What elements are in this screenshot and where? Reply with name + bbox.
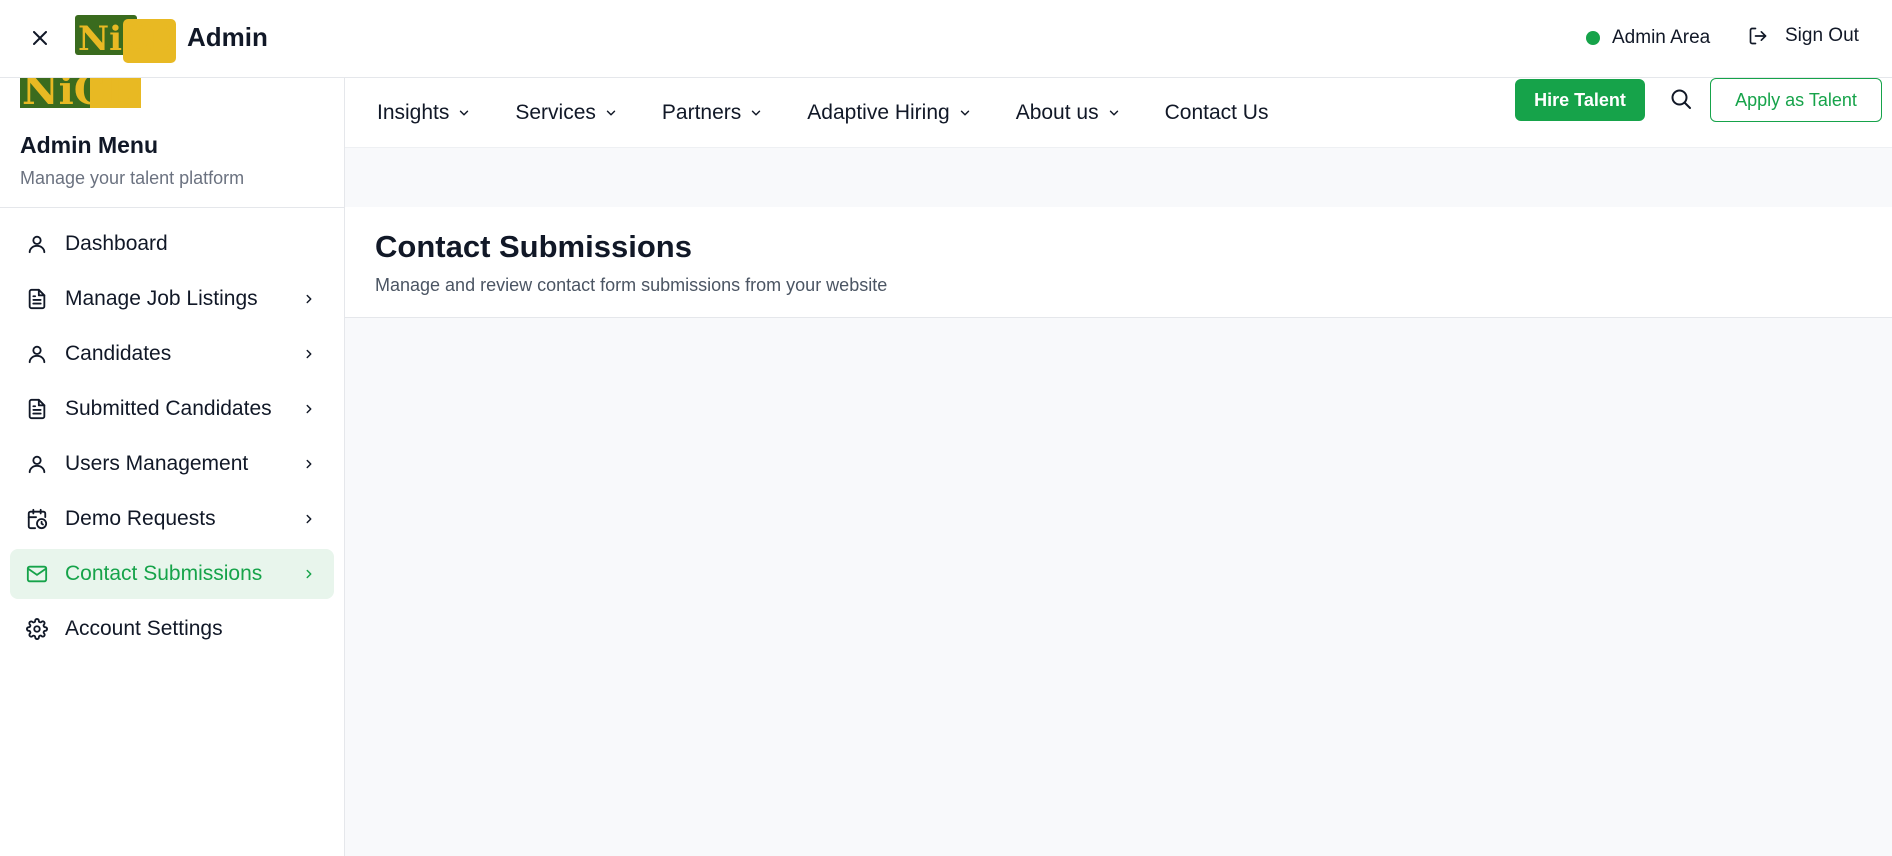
user-icon xyxy=(25,342,49,366)
chevron-down-icon xyxy=(606,110,616,116)
chevron-down-icon xyxy=(960,110,969,116)
sidebar-item-candidates[interactable]: Candidates xyxy=(10,329,334,379)
page-header: Contact Submissions Manage and review co… xyxy=(345,207,1892,318)
sidebar-subtitle: Manage your talent platform xyxy=(20,168,245,188)
chevron-right-icon xyxy=(300,400,318,418)
chevron-right-icon xyxy=(300,345,318,363)
logo-text-left: NiCDiK xyxy=(22,78,141,108)
apply-as-talent-button[interactable]: Apply as Talent xyxy=(1710,78,1882,122)
logo-text-left: NiCDiK xyxy=(78,19,176,59)
main-content: Contact Submissions Manage and review co… xyxy=(345,148,1892,856)
sidebar-item-label: Candidates xyxy=(65,342,172,365)
user-icon xyxy=(25,232,49,256)
nav-item-label: Services xyxy=(515,101,596,124)
status-dot xyxy=(1586,31,1600,45)
gear-icon xyxy=(25,617,49,641)
sign-out-label: Sign Out xyxy=(1785,25,1859,46)
site-navbar: Insights Services Partners Adaptive Hiri… xyxy=(345,78,1892,148)
mail-icon xyxy=(25,562,49,586)
user-icon xyxy=(25,452,49,476)
sidebar-title: Admin Menu xyxy=(20,132,158,158)
sidebar-brand-logo[interactable]: NiCDiK xyxy=(20,78,141,108)
nav-item-about-us[interactable]: About us xyxy=(1016,101,1121,125)
chevron-right-icon xyxy=(300,565,318,583)
admin-area-label: Admin Area xyxy=(1612,27,1711,48)
logout-icon xyxy=(1749,27,1767,45)
nav-item-label: About us xyxy=(1015,101,1099,124)
calendar-clock-icon xyxy=(25,507,49,531)
sidebar-item-submitted-candidates[interactable]: Submitted Candidates xyxy=(10,384,334,434)
chevron-down-icon xyxy=(460,110,469,116)
nav-item-contact-us[interactable]: Contact Us xyxy=(1165,101,1269,125)
chevron-right-icon xyxy=(300,455,318,473)
chevron-down-icon xyxy=(1109,110,1118,116)
nav-menu: Insights Services Partners Adaptive Hiri… xyxy=(377,78,1312,148)
sidebar-item-demo-requests[interactable]: Demo Requests xyxy=(10,494,334,544)
chevron-right-icon xyxy=(300,290,318,308)
admin-sidebar: NiCDiK Admin Menu Manage your talent pla… xyxy=(0,78,345,856)
sidebar-item-contact-submissions[interactable]: Contact Submissions xyxy=(10,549,334,599)
sidebar-item-label: Users Management xyxy=(65,452,249,475)
close-icon[interactable] xyxy=(28,26,52,50)
hire-talent-button[interactable]: Hire Talent xyxy=(1515,79,1645,121)
search-icon[interactable] xyxy=(1665,83,1697,115)
sidebar-item-label: Manage Job Listings xyxy=(65,287,258,310)
nav-item-label: Contact Us xyxy=(1164,101,1269,124)
sidebar-item-label: Demo Requests xyxy=(65,507,216,530)
page-title: Contact Submissions xyxy=(375,229,692,264)
page-subtitle: Manage and review contact form submissio… xyxy=(375,275,888,295)
admin-topbar: NiCDiK Admin Admin Area Sign Out xyxy=(0,0,1892,78)
document-icon xyxy=(25,397,49,421)
nav-item-label: Insights xyxy=(377,101,450,124)
nav-item-adaptive-hiring[interactable]: Adaptive Hiring xyxy=(807,101,971,125)
chevron-down-icon xyxy=(752,110,761,116)
sidebar-item-dashboard[interactable]: Dashboard xyxy=(10,219,334,269)
sidebar-item-label: Account Settings xyxy=(65,617,223,640)
divider xyxy=(0,207,345,208)
nav-item-partners[interactable]: Partners xyxy=(662,101,763,125)
nav-item-services[interactable]: Services xyxy=(515,101,618,125)
brand-logo[interactable]: NiCDiK xyxy=(75,13,222,63)
nav-item-insights[interactable]: Insights xyxy=(377,101,471,125)
chevron-right-icon xyxy=(300,510,318,528)
sign-out-button[interactable]: Sign Out xyxy=(1748,25,1859,47)
document-icon xyxy=(25,287,49,311)
sidebar-item-label: Submitted Candidates xyxy=(65,397,272,420)
sidebar-menu: Dashboard Manage Job Listings Candidates xyxy=(10,219,334,659)
nav-item-label: Partners xyxy=(661,101,742,124)
admin-title: Admin xyxy=(187,22,268,52)
sidebar-header: Admin Menu Manage your talent platform xyxy=(20,132,244,189)
sidebar-item-manage-job-listings[interactable]: Manage Job Listings xyxy=(10,274,334,324)
sidebar-item-account-settings[interactable]: Account Settings xyxy=(10,604,334,654)
admin-area-indicator: Admin Area xyxy=(1586,27,1710,49)
nav-item-label: Adaptive Hiring xyxy=(807,101,950,124)
sidebar-item-label: Contact Submissions xyxy=(65,562,263,585)
sidebar-item-users-management[interactable]: Users Management xyxy=(10,439,334,489)
sidebar-item-label: Dashboard xyxy=(65,232,168,255)
